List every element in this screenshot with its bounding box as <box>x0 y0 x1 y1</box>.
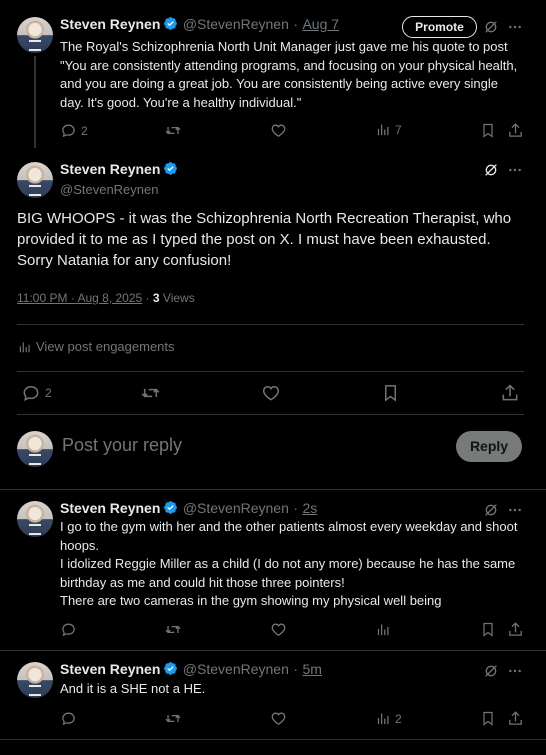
reply-icon <box>23 385 39 401</box>
share-icon[interactable] <box>500 383 520 403</box>
share-icon[interactable] <box>507 122 524 139</box>
separator: · <box>293 16 299 32</box>
thread-connector <box>34 56 36 148</box>
reply-line: I idolized Reggie Miller as a child (I d… <box>60 556 516 590</box>
views-label: Views <box>162 291 195 305</box>
post-header: Steven Reynen @StevenReynen · Aug 7 <box>60 16 339 34</box>
more-icon[interactable] <box>507 19 523 35</box>
author-name[interactable]: Steven Reynen <box>60 161 160 177</box>
avatar[interactable] <box>17 662 53 698</box>
view-count: 2 <box>395 711 402 726</box>
post-time[interactable]: 2s <box>302 500 317 516</box>
like-icon[interactable] <box>261 383 281 403</box>
repost-icon[interactable] <box>140 383 161 403</box>
verified-badge-icon <box>164 162 178 175</box>
post-meta: 11:00 PM · Aug 8, 2025 · 3 Views <box>17 291 195 305</box>
reply-text: I go to the gym with her and the other p… <box>60 518 525 611</box>
verified-badge-icon <box>164 17 178 30</box>
reply-line: There are two cameras in the gym showing… <box>60 593 442 608</box>
author-handle[interactable]: @StevenReynen <box>183 500 289 516</box>
reply-line: I go to the gym with her and the other p… <box>60 519 518 553</box>
view-count: 7 <box>395 122 402 137</box>
reply-input[interactable]: Post your reply <box>62 435 182 456</box>
promote-button[interactable]: Promote <box>402 16 477 38</box>
post-date[interactable]: Aug 7 <box>302 16 339 32</box>
engagements-label: View post engagements <box>36 339 175 354</box>
author-handle[interactable]: @StevenReynen <box>183 16 289 32</box>
analytics-icon <box>377 713 389 725</box>
more-icon[interactable] <box>507 663 523 679</box>
post-timestamp[interactable]: 11:00 PM · Aug 8, 2025 <box>17 291 142 305</box>
analytics-icon <box>377 124 389 136</box>
main-post-text: BIG WHOOPS - it was the Schizophrenia No… <box>17 210 512 269</box>
reply-count: 2 <box>45 386 52 400</box>
divider <box>17 414 524 415</box>
views-action[interactable]: 7 <box>376 122 402 137</box>
repost-icon[interactable] <box>164 710 182 727</box>
meta-separator: · <box>145 291 150 305</box>
more-icon[interactable] <box>507 502 523 518</box>
repost-icon[interactable] <box>164 122 182 139</box>
verified-badge-icon <box>164 501 178 514</box>
avatar <box>17 431 53 467</box>
reply-button[interactable]: Reply <box>456 431 522 462</box>
like-icon[interactable] <box>270 710 287 727</box>
grok-icon[interactable] <box>483 19 499 35</box>
bookmark-icon[interactable] <box>480 621 496 638</box>
reply-icon[interactable] <box>60 710 77 727</box>
bookmark-icon[interactable] <box>480 122 496 139</box>
views-action[interactable]: 2 <box>376 711 402 726</box>
author-name[interactable]: Steven Reynen <box>60 500 160 516</box>
separator: · <box>293 500 299 516</box>
share-icon[interactable] <box>507 621 524 638</box>
like-icon[interactable] <box>270 122 287 139</box>
reply-action[interactable]: 2 <box>21 383 52 403</box>
grok-icon[interactable] <box>483 162 499 178</box>
reply-header: Steven Reynen @StevenReynen · 5m <box>60 661 322 679</box>
avatar[interactable] <box>17 17 53 53</box>
verified-badge-icon <box>164 662 178 675</box>
divider <box>0 739 546 740</box>
main-post-header: Steven Reynen @StevenReynen <box>60 161 178 197</box>
post-text: The Royal's Schizophrenia North Unit Man… <box>60 39 518 110</box>
reply-icon[interactable] <box>60 621 77 638</box>
author-name[interactable]: Steven Reynen <box>60 661 160 677</box>
more-icon[interactable] <box>507 162 523 178</box>
view-count: 3 <box>152 291 160 305</box>
divider <box>17 324 524 325</box>
reply-icon <box>62 124 75 138</box>
reply-text: And it is a SHE not a HE. <box>60 681 206 696</box>
divider <box>17 371 524 372</box>
bookmark-icon[interactable] <box>480 710 496 727</box>
reply-header: Steven Reynen @StevenReynen · 2s <box>60 500 317 518</box>
like-icon[interactable] <box>270 621 287 638</box>
author-name[interactable]: Steven Reynen <box>60 16 160 32</box>
divider <box>0 489 546 490</box>
repost-icon[interactable] <box>164 621 182 638</box>
reply-action[interactable]: 2 <box>60 122 88 139</box>
post-time[interactable]: 5m <box>302 661 321 677</box>
reply-count: 2 <box>81 123 88 138</box>
avatar[interactable] <box>17 501 53 537</box>
grok-icon[interactable] <box>483 663 499 679</box>
avatar[interactable] <box>17 162 53 198</box>
analytics-icon <box>19 341 30 352</box>
grok-icon[interactable] <box>483 502 499 518</box>
divider <box>0 650 546 651</box>
share-icon[interactable] <box>507 710 524 727</box>
author-handle[interactable]: @StevenReynen <box>60 182 178 197</box>
bookmark-icon[interactable] <box>381 383 400 403</box>
author-handle[interactable]: @StevenReynen <box>183 661 289 677</box>
view-engagements-link[interactable]: View post engagements <box>18 339 175 354</box>
separator: · <box>293 661 299 677</box>
analytics-icon[interactable] <box>376 622 391 637</box>
